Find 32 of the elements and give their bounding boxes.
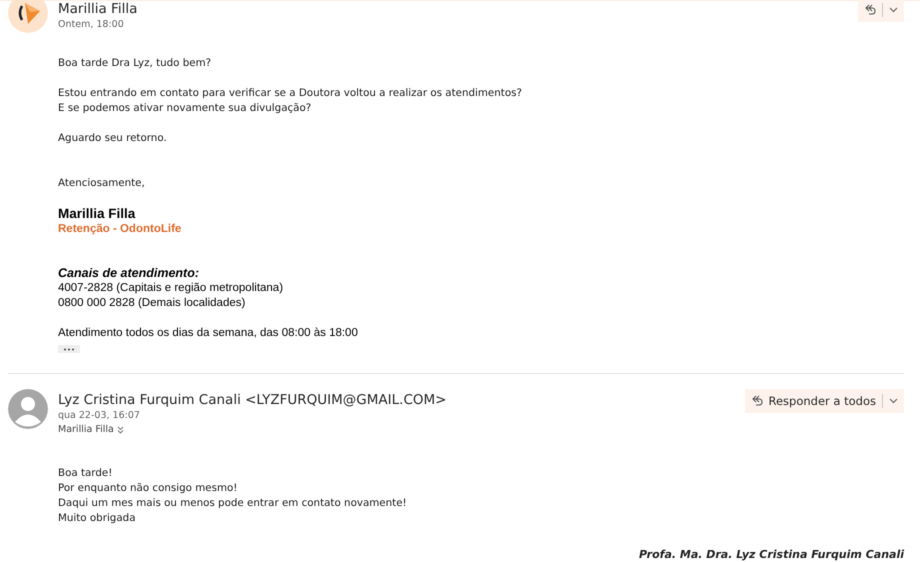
- logo-avatar-icon: [8, 0, 48, 33]
- signature-name: Marillia Filla: [58, 205, 136, 222]
- reply-all-icon: [864, 4, 876, 16]
- signature-text: Profa. Ma. Dra. Lyz Cristina Furquim Canali: [638, 548, 904, 561]
- body-text-line: E se podemos ativar novamente sua divulgação?: [58, 101, 312, 116]
- show-more-button[interactable]: [58, 345, 80, 353]
- sent-date: qua 22-03, 16:07: [58, 409, 141, 423]
- hours-text: Atendimento todos os dias da semana, das 08:00 às 18:00: [58, 326, 359, 341]
- closing-text: Atenciosamente,: [58, 176, 146, 191]
- body-text-line: Boa tarde!: [58, 466, 114, 481]
- body-text-line: Por enquanto não consigo mesmo!: [58, 481, 238, 496]
- chevron-down-icon[interactable]: [889, 398, 898, 404]
- sender-name: Lyz Cristina Furquim Canali <LYZFURQUIM@GMAIL.COM>: [58, 392, 448, 409]
- body-text-line: Aguardo seu retorno.: [58, 131, 168, 146]
- sent-date: Ontem, 18:00: [58, 18, 125, 32]
- signature-role: Retenção - OdontoLife: [58, 222, 182, 237]
- reply-all-icon: [750, 395, 762, 407]
- more-icon: [63, 348, 75, 350]
- chevron-down-icon[interactable]: [889, 7, 898, 13]
- reply-all-button[interactable]: [858, 0, 904, 22]
- body-text-line: Estou entrando em contato para verificar se a Doutora voltou a realizar os atendimentos?: [58, 86, 523, 101]
- recipient-name[interactable]: Marillia Filla: [58, 423, 114, 437]
- body-text-line: Boa tarde Dra Lyz, tudo bem?: [58, 56, 212, 71]
- reply-all-button[interactable]: Responder a todos: [744, 389, 904, 413]
- avatar-icon: [8, 389, 48, 429]
- expand-icon[interactable]: [116, 426, 124, 434]
- phone-line: 0800 000 2828 (Demais localidades): [58, 296, 246, 311]
- body-text-line: Muito obrigada: [58, 511, 137, 526]
- phone-line: 4007-2828 (Capitais e região metropolitana): [58, 281, 284, 296]
- body-text-line: Daqui um mes mais ou menos pode entrar em contato novamente!: [58, 496, 408, 511]
- channels-heading: Canais de atendimento:: [58, 265, 200, 281]
- sender-name: Marillia Filla: [58, 1, 138, 18]
